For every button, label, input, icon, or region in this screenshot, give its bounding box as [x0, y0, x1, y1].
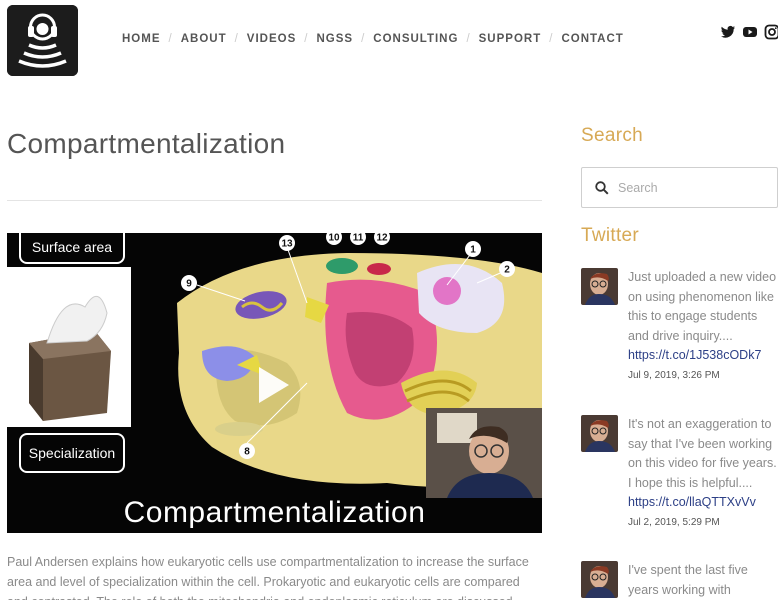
site-logo[interactable]: [7, 5, 78, 76]
nav-separator: /: [168, 33, 173, 45]
search-input[interactable]: [618, 180, 758, 195]
video-title-overlay: Compartmentalization: [123, 496, 426, 529]
nav-videos[interactable]: VIDEOS: [247, 33, 296, 45]
video-player[interactable]: 13 10 11 12 1 2 9 8 Surface area Special…: [7, 233, 542, 533]
callout-number: 12: [376, 233, 388, 244]
nav-home[interactable]: HOME: [122, 33, 161, 45]
nav-separator: /: [361, 33, 366, 45]
tweet-date[interactable]: Jul 2, 2019, 5:29 PM: [628, 517, 720, 528]
tweet-text: It's not an exaggeration to say that I'v…: [628, 415, 778, 513]
surface-area-label: Surface area: [19, 233, 125, 264]
search-icon: [595, 180, 609, 195]
tweet-body: I've spent the last five years working w…: [628, 563, 748, 597]
tweet-link[interactable]: https://t.co/llaQTTXvVv: [628, 493, 778, 513]
nav-separator: /: [466, 33, 471, 45]
search-widget-title: Search: [581, 125, 644, 146]
tweet-body: Just uploaded a new video on using pheno…: [628, 270, 777, 343]
callout-number: 1: [470, 245, 476, 256]
callout-number: 10: [328, 233, 340, 244]
tweet-body: It's not an exaggeration to say that I'v…: [628, 417, 777, 490]
nav-consulting[interactable]: CONSULTING: [373, 33, 458, 45]
callout-number: 8: [244, 447, 250, 458]
social-links: [720, 24, 778, 40]
nav-ngss[interactable]: NGSS: [316, 33, 353, 45]
play-icon[interactable]: [255, 365, 291, 405]
callout-number: 9: [186, 279, 192, 290]
tweet-text: I've spent the last five years working w…: [628, 561, 778, 600]
avatar[interactable]: [581, 561, 618, 598]
main-nav: HOME / ABOUT / VIDEOS / NGSS / CONSULTIN…: [122, 33, 624, 45]
divider: [7, 200, 542, 201]
instagram-icon[interactable]: [764, 24, 778, 40]
nav-separator: /: [234, 33, 239, 45]
callout-number: 2: [504, 265, 510, 276]
youtube-icon[interactable]: [742, 24, 758, 40]
twitter-widget-title: Twitter: [581, 225, 640, 246]
nav-contact[interactable]: CONTACT: [561, 33, 623, 45]
nav-separator: /: [304, 33, 309, 45]
callout-number: 11: [353, 233, 364, 244]
video-description: Paul Andersen explains how eukaryotic ce…: [7, 555, 529, 600]
tweet-date[interactable]: Jul 9, 2019, 3:26 PM: [628, 370, 720, 381]
page-title: Compartmentalization: [7, 128, 286, 159]
nav-separator: /: [549, 33, 554, 45]
tweet-link[interactable]: https://t.co/1J538cODk7: [628, 346, 778, 366]
tweet-text: Just uploaded a new video on using pheno…: [628, 268, 778, 366]
avatar[interactable]: [581, 415, 618, 452]
nav-about[interactable]: ABOUT: [181, 33, 227, 45]
search-box[interactable]: [581, 167, 778, 208]
twitter-icon[interactable]: [720, 24, 736, 40]
specialization-label: Specialization: [19, 433, 125, 473]
callout-number: 13: [281, 239, 293, 250]
nav-support[interactable]: SUPPORT: [479, 33, 542, 45]
avatar[interactable]: [581, 268, 618, 305]
